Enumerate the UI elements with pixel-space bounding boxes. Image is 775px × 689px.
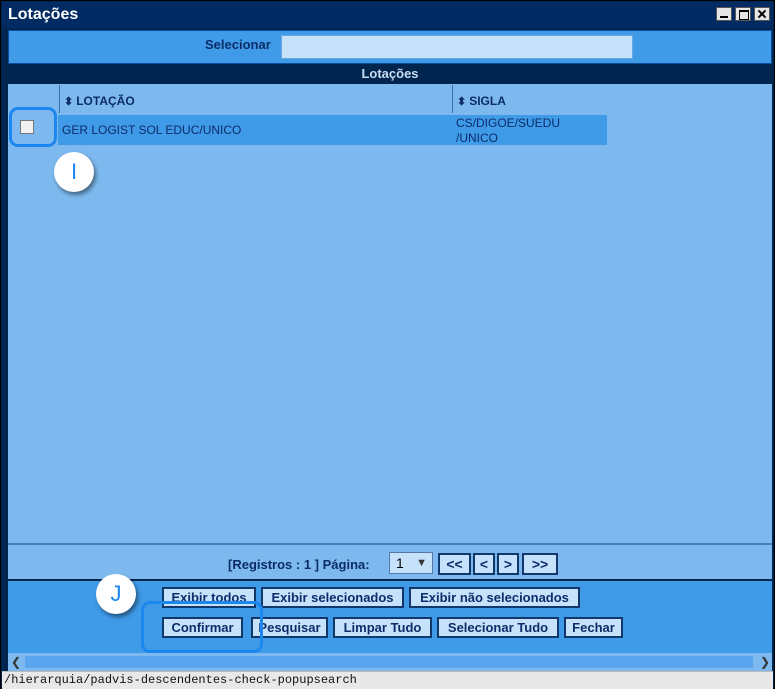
page-select[interactable]: 1 ▼ <box>389 552 433 574</box>
callout-j: J <box>96 574 136 614</box>
page-select-value: 1 <box>396 555 404 571</box>
cell-sigla: CS/DIGOE/SUEDU /UNICO <box>456 116 561 145</box>
sort-icon: ⬍ <box>457 95 467 108</box>
cell-lotacao: GER LOGIST SOL EDUC/UNICO <box>62 123 242 137</box>
window-title: Lotações <box>8 6 79 23</box>
minimize-icon[interactable] <box>716 7 732 21</box>
grid-title-bar: Lotações <box>8 64 772 84</box>
prev-page-button[interactable]: < <box>473 553 495 575</box>
next-page-button[interactable]: > <box>497 553 519 575</box>
column-label-sigla: SIGLA <box>469 94 506 108</box>
sort-icon: ⬍ <box>64 95 74 108</box>
close-icon[interactable] <box>754 7 770 21</box>
close-button[interactable]: Fechar <box>564 617 623 638</box>
records-page-label: [Registros : 1 ] Página: <box>228 557 370 572</box>
column-header-lotacao[interactable]: ⬍ LOTAÇÃO <box>59 85 453 113</box>
callout-i: I <box>54 152 94 192</box>
chevron-down-icon: ▼ <box>416 557 427 569</box>
select-all-button[interactable]: Selecionar Tudo <box>437 617 559 638</box>
grid-title: Lotações <box>361 66 419 81</box>
scroll-left-icon[interactable]: ❮ <box>11 655 21 669</box>
status-bar: /hierarquia/padvis-descendentes-check-po… <box>2 671 773 689</box>
title-bar: Lotações <box>2 2 773 28</box>
status-url: /hierarquia/padvis-descendentes-check-po… <box>4 673 357 687</box>
horizontal-scrollbar[interactable]: ❮ ❯ <box>8 653 772 671</box>
search-label: Selecionar <box>205 37 271 52</box>
show-selected-button[interactable]: Exibir selecionados <box>261 587 404 608</box>
column-header-sigla[interactable]: ⬍ SIGLA <box>452 85 601 113</box>
search-input[interactable] <box>281 35 633 59</box>
table-row[interactable]: GER LOGIST SOL EDUC/UNICO CS/DIGOE/SUEDU… <box>58 115 607 145</box>
first-page-button[interactable]: << <box>438 553 471 575</box>
scroll-right-icon[interactable]: ❯ <box>760 655 770 669</box>
show-unselected-button[interactable]: Exibir não selecionados <box>409 587 580 608</box>
column-label-lotacao: LOTAÇÃO <box>76 94 135 108</box>
search-panel: Selecionar <box>8 30 772 64</box>
maximize-icon[interactable] <box>735 7 751 21</box>
clear-all-button[interactable]: Limpar Tudo <box>333 617 432 638</box>
highlight-box-i <box>9 107 57 147</box>
last-page-button[interactable]: >> <box>522 553 558 575</box>
scrollbar-track[interactable] <box>25 656 753 668</box>
highlight-box-j <box>141 601 263 653</box>
popup-window: Lotações Selecionar Lotações ⬍ LOTAÇÃO ⬍ S… <box>0 0 775 689</box>
